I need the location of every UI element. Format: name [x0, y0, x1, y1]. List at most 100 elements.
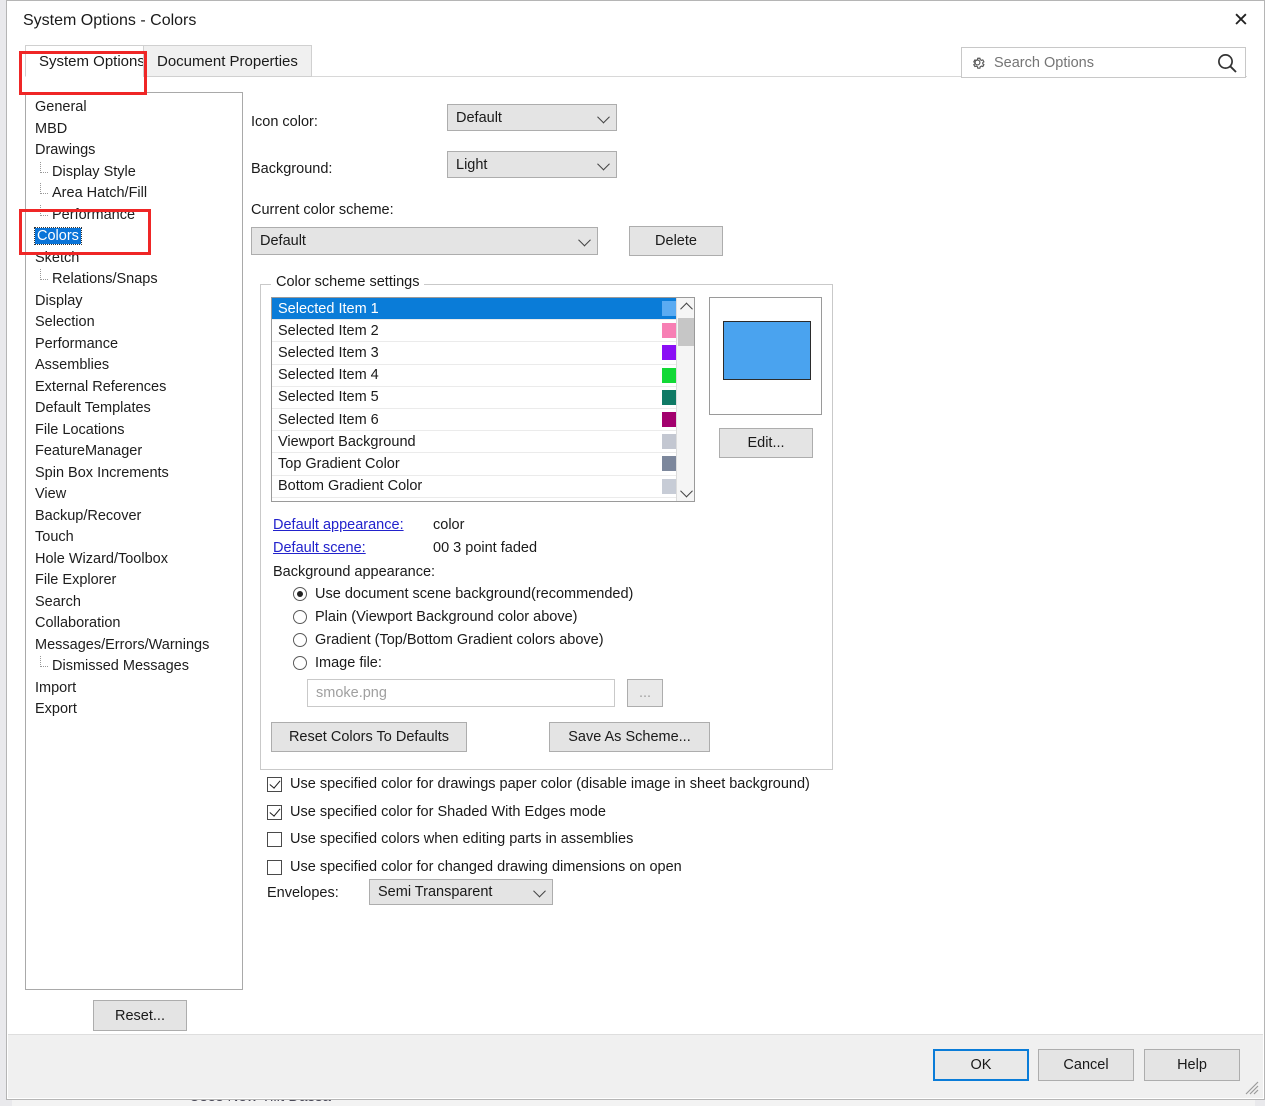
sidebar-item-touch[interactable]: Touch [26, 527, 242, 549]
chevron-down-icon [578, 233, 591, 247]
search-options-box[interactable] [961, 47, 1246, 78]
scheme-list-item[interactable]: Top Gradient Color [272, 453, 694, 476]
sidebar-item-label: Performance [35, 335, 119, 352]
scheme-list-item[interactable]: Bottom Gradient Color [272, 476, 694, 498]
cancel-button[interactable]: Cancel [1038, 1049, 1134, 1081]
search-icon[interactable] [1215, 51, 1239, 75]
scheme-list-item-label: Selected Item 6 [278, 411, 379, 428]
reset-button-label: Reset... [115, 1007, 165, 1024]
radio-icon [293, 633, 307, 647]
default-appearance-value: color [433, 517, 465, 533]
image-file-placeholder: smoke.png [316, 685, 387, 701]
sidebar-item-dismissed-messages[interactable]: Dismissed Messages [26, 656, 242, 678]
tab-system-options[interactable]: System Options [25, 45, 159, 77]
sidebar-item-messages-errors-warnings[interactable]: Messages/Errors/Warnings [26, 635, 242, 657]
scheme-list-item[interactable] [272, 498, 694, 501]
checkbox-icon [267, 859, 282, 875]
sidebar-item-file-locations[interactable]: File Locations [26, 420, 242, 442]
default-appearance-link[interactable]: Default appearance: [273, 517, 404, 533]
ok-button-label: OK [970, 1057, 992, 1073]
sidebar-item-performance[interactable]: Performance [26, 334, 242, 356]
sidebar-item-relations-snaps[interactable]: Relations/Snaps [26, 269, 242, 291]
background-select[interactable]: Light [447, 151, 617, 178]
sidebar-item-label: General [35, 99, 87, 115]
sidebar-item-colors[interactable]: Colors [26, 226, 242, 248]
sidebar-item-default-templates[interactable]: Default Templates [26, 398, 242, 420]
tab-document-properties[interactable]: Document Properties [143, 45, 312, 77]
radio-plain[interactable]: Plain (Viewport Background color above) [293, 609, 578, 625]
close-icon[interactable]: ✕ [1218, 1, 1264, 39]
reset-colors-to-defaults-button[interactable]: Reset Colors To Defaults [271, 722, 467, 752]
sidebar-item-display[interactable]: Display [26, 291, 242, 313]
envelopes-select[interactable]: Semi Transparent [369, 879, 553, 905]
sidebar-item-collaboration[interactable]: Collaboration [26, 613, 242, 635]
sidebar-item-featuremanager[interactable]: FeatureManager [26, 441, 242, 463]
image-file-input[interactable]: smoke.png [307, 679, 615, 707]
checkbox-changed-drawing-dimensions[interactable]: Use specified color for changed drawing … [267, 859, 682, 875]
sidebar-item-hole-wizard-toolbox[interactable]: Hole Wizard/Toolbox [26, 549, 242, 571]
resize-grip-icon[interactable] [1245, 1081, 1259, 1095]
checkbox-drawings-paper-color[interactable]: Use specified color for drawings paper c… [267, 776, 810, 792]
sidebar-item-mbd[interactable]: MBD [26, 119, 242, 141]
sidebar-item-label: Spin Box Increments [35, 464, 169, 481]
sidebar-item-label: Display [35, 292, 83, 309]
sidebar-item-performance[interactable]: Performance [26, 204, 242, 227]
save-as-scheme-button[interactable]: Save As Scheme... [549, 722, 710, 752]
sidebar-item-assemblies[interactable]: Assemblies [26, 355, 242, 377]
reset-button[interactable]: Reset... [93, 1000, 187, 1031]
sidebar-item-search[interactable]: Search [26, 592, 242, 614]
reset-colors-label: Reset Colors To Defaults [288, 729, 450, 745]
scheme-list-item[interactable]: Selected Item 2 [272, 320, 694, 343]
default-scene-link[interactable]: Default scene: [273, 540, 366, 556]
scheme-list-item[interactable]: Selected Item 3 [272, 342, 694, 365]
sidebar-item-sketch[interactable]: Sketch [26, 248, 242, 270]
sidebar-item-label: Sketch [35, 249, 80, 266]
save-as-scheme-label: Save As Scheme... [568, 729, 691, 745]
radio-use-document-scene[interactable]: Use document scene background(recommende… [293, 586, 633, 602]
sidebar-item-drawings[interactable]: Drawings [26, 140, 242, 162]
sidebar-item-view[interactable]: View [26, 484, 242, 506]
sidebar-item-label: Assemblies [35, 357, 110, 373]
scheme-list-item[interactable]: Selected Item 5 [272, 387, 694, 409]
sidebar-item-export[interactable]: Export [26, 699, 242, 721]
scheme-list-item[interactable]: Selected Item 1 [272, 298, 694, 321]
scheme-list-item[interactable]: Selected Item 4 [272, 365, 694, 387]
ok-button[interactable]: OK [933, 1049, 1029, 1081]
scroll-up-icon[interactable] [677, 298, 694, 316]
icon-color-select[interactable]: Default [447, 104, 617, 131]
gear-icon [973, 57, 985, 69]
sidebar-item-external-references[interactable]: External References [26, 377, 242, 399]
sidebar-item-label: Messages/Errors/Warnings [35, 636, 210, 653]
sidebar-item-label: FeatureManager [35, 443, 143, 459]
sidebar-item-spin-box-increments[interactable]: Spin Box Increments [26, 463, 242, 485]
sidebar-item-area-hatch-fill[interactable]: Area Hatch/Fill [26, 183, 242, 205]
current-color-scheme-select[interactable]: Default [251, 227, 598, 255]
scroll-down-icon[interactable] [677, 483, 694, 501]
sidebar-item-file-explorer[interactable]: File Explorer [26, 570, 242, 592]
help-button[interactable]: Help [1144, 1049, 1240, 1081]
sidebar-item-import[interactable]: Import [26, 678, 242, 700]
edit-color-button[interactable]: Edit... [719, 428, 813, 458]
color-scheme-settings-group: Color scheme settings Selected Item 1 Sel… [260, 274, 833, 770]
scheme-list-item[interactable]: Viewport Background [272, 431, 694, 454]
scrollbar-thumb[interactable] [678, 318, 694, 346]
options-tree[interactable]: General MBD Drawings Display Style Area Hatc… [25, 92, 243, 990]
sidebar-item-display-style[interactable]: Display Style [26, 161, 242, 184]
listbox-scrollbar[interactable] [676, 298, 694, 501]
sidebar-item-backup-recover[interactable]: Backup/Recover [26, 506, 242, 528]
checkbox-shaded-with-edges[interactable]: Use specified color for Shaded With Edge… [267, 804, 606, 820]
scheme-list-item[interactable]: Selected Item 6 [272, 409, 694, 432]
browse-file-label: ... [638, 685, 652, 701]
radio-image-file[interactable]: Image file: [293, 655, 382, 671]
browse-file-button[interactable]: ... [627, 679, 663, 707]
radio-gradient[interactable]: Gradient (Top/Bottom Gradient colors abo… [293, 632, 604, 648]
sidebar-item-general[interactable]: General [26, 97, 242, 119]
delete-scheme-button[interactable]: Delete [629, 226, 723, 256]
envelopes-value: Semi Transparent [378, 884, 493, 900]
checkbox-editing-parts-assemblies[interactable]: Use specified colors when editing parts … [267, 831, 633, 847]
sidebar-item-selection[interactable]: Selection [26, 312, 242, 334]
color-scheme-listbox[interactable]: Selected Item 1 Selected Item 2 Selected I… [271, 297, 695, 502]
radio-use-document-scene-label: Use document scene background(recommende… [315, 586, 634, 602]
chevron-down-icon [533, 884, 546, 898]
search-input[interactable] [992, 53, 1215, 72]
